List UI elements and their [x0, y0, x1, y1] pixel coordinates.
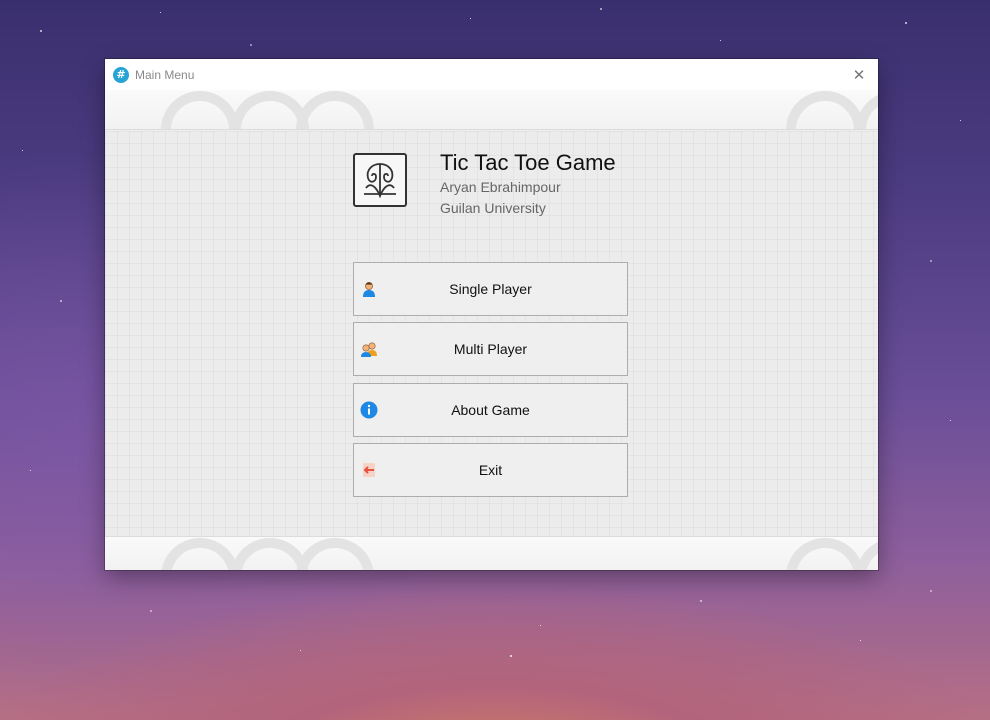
- menu-content: Tic Tac Toe Game Aryan Ebrahimpour Guila…: [105, 131, 878, 536]
- exit-button[interactable]: Exit: [353, 443, 628, 497]
- app-name: Tic Tac Toe Game: [440, 150, 616, 175]
- app-header: Tic Tac Toe Game Aryan Ebrahimpour Guila…: [353, 150, 616, 219]
- exit-label: Exit: [478, 462, 503, 478]
- author-name: Aryan Ebrahimpour: [440, 179, 561, 195]
- title-bar[interactable]: # Main Menu ✕: [105, 59, 878, 90]
- person-icon: [360, 280, 378, 298]
- university-name: Guilan University: [440, 200, 546, 216]
- main-menu-window: # Main Menu ✕ Tic Tac Toe Game Aryan Ebr…: [105, 59, 878, 570]
- bottom-decorative-banner: [105, 536, 878, 570]
- banner-pattern: [161, 91, 878, 129]
- multi-player-button[interactable]: Multi Player: [353, 322, 628, 376]
- exit-arrow-icon: [360, 461, 378, 479]
- people-icon: [360, 340, 378, 358]
- top-decorative-banner: [105, 90, 878, 130]
- app-hash-icon: #: [113, 66, 129, 83]
- university-logo-icon: [353, 153, 407, 207]
- about-game-button[interactable]: About Game: [353, 383, 628, 437]
- close-button[interactable]: ✕: [848, 64, 870, 86]
- multi-player-label: Multi Player: [453, 341, 528, 357]
- banner-pattern: [161, 538, 878, 570]
- about-game-label: About Game: [451, 402, 530, 418]
- info-icon: [360, 401, 378, 419]
- window-title: Main Menu: [135, 67, 195, 82]
- single-player-button[interactable]: Single Player: [353, 262, 628, 316]
- single-player-label: Single Player: [449, 281, 532, 297]
